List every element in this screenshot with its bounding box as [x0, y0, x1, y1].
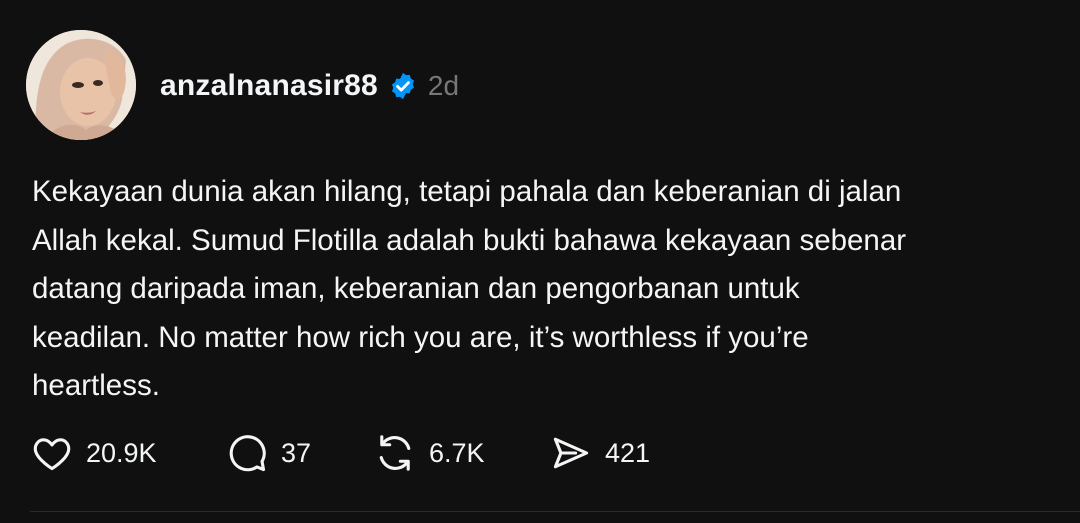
- post-text-line: heartless.: [32, 369, 160, 402]
- like-button[interactable]: 20.9K: [30, 431, 225, 475]
- reply-button[interactable]: 37: [225, 431, 373, 475]
- post-header: anzalnanasir88 2d: [160, 64, 459, 108]
- post-text-line: keadilan. No matter how rich you are, it…: [32, 320, 809, 354]
- avatar-image: [26, 30, 136, 140]
- post-text: Kekayaan dunia akan hilang, tetapi pahal…: [32, 168, 1052, 411]
- post-divider: [30, 511, 1080, 512]
- repost-button[interactable]: 6.7K: [373, 431, 549, 475]
- share-count: 421: [605, 437, 651, 468]
- reply-count: 37: [281, 437, 312, 468]
- username[interactable]: anzalnanasir88: [160, 69, 378, 103]
- share-icon: [553, 437, 589, 469]
- post-text-line: datang daripada iman, keberanian dan pen…: [32, 272, 800, 305]
- post-text-line: Kekayaan dunia akan hilang, tetapi pahal…: [32, 175, 902, 208]
- post-text-line: Allah kekal. Sumud Flotilla adalah bukti…: [32, 223, 907, 257]
- post-timestamp: 2d: [427, 70, 460, 101]
- thread-post: anzalnanasir88 2d Kekayaan dunia akan hi…: [0, 0, 1080, 523]
- post-actions: 20.9K 37 6.7K 421: [30, 430, 650, 476]
- repost-icon: [379, 435, 411, 471]
- like-count: 20.9K: [86, 437, 157, 468]
- repost-count: 6.7K: [429, 437, 485, 468]
- avatar[interactable]: [26, 30, 136, 140]
- verified-badge-icon: [391, 72, 414, 100]
- heart-icon: [33, 438, 71, 471]
- comment-icon: [229, 435, 266, 472]
- share-button[interactable]: 421: [549, 431, 650, 475]
